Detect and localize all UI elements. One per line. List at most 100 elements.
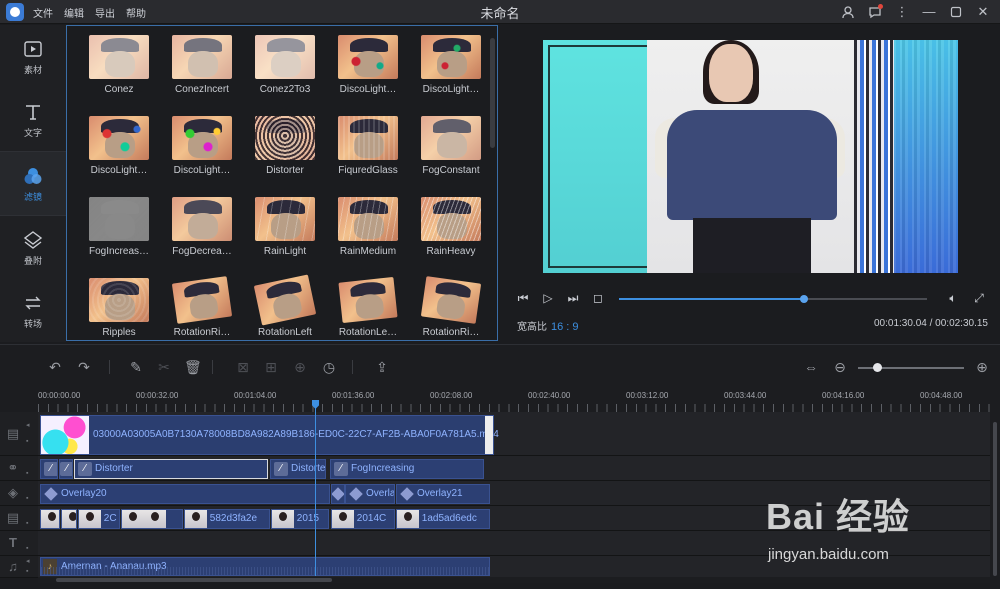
video-clip[interactable]: 03000A03005A0B7130A78008BD8A982A89B186-E…: [40, 415, 499, 455]
track-lock-icon[interactable]: ▪: [26, 438, 34, 446]
photo-clip[interactable]: 2C: [78, 509, 120, 529]
filter-item[interactable]: DiscoLight…: [150, 107, 234, 187]
next-frame-icon[interactable]: ⏭: [566, 291, 580, 305]
track-volume-icon[interactable]: ◂: [26, 558, 34, 566]
filter-thumbnail: [255, 35, 315, 79]
export-share-icon[interactable]: ⇪: [374, 359, 390, 375]
overlay-clip[interactable]: Overlay21: [396, 484, 490, 504]
stop-icon[interactable]: ◻: [591, 291, 605, 305]
more-icon[interactable]: ⋮: [893, 3, 911, 21]
fullscreen-icon[interactable]: ⤢: [972, 291, 986, 305]
message-icon[interactable]: [866, 3, 884, 21]
menu-edit[interactable]: 编辑: [64, 5, 84, 20]
audio-clip[interactable]: ♪Amernan - Ananau.mp3: [40, 557, 490, 576]
previous-frame-icon[interactable]: ⏮: [516, 291, 530, 305]
magic-wand-icon: ⁄: [334, 462, 348, 476]
filter-item[interactable]: DiscoLight…: [67, 107, 151, 187]
playback-progress-bar[interactable]: [619, 295, 927, 303]
play-icon[interactable]: ▷: [541, 291, 555, 305]
filter-item[interactable]: RainLight: [233, 188, 317, 268]
timeline-vertical-scrollbar[interactable]: [990, 412, 1000, 589]
filter-item[interactable]: RotationRi…: [150, 269, 234, 340]
photo-clip[interactable]: 2015: [271, 509, 329, 529]
mosaic-icon[interactable]: ⊞: [263, 359, 279, 375]
speed-clock-icon[interactable]: ◷: [321, 359, 337, 375]
overlay-clip[interactable]: Overla: [345, 484, 395, 504]
fit-timeline-icon[interactable]: ⇔: [803, 359, 819, 375]
crop-icon[interactable]: ⊠: [235, 359, 251, 375]
split-screen-icon[interactable]: ⊕: [292, 359, 308, 375]
track-lock-icon[interactable]: ▪: [26, 495, 34, 503]
filter-item[interactable]: Conez: [67, 26, 151, 106]
track-volume-icon[interactable]: ◂: [26, 422, 34, 430]
filter-item[interactable]: FogConstant: [399, 107, 483, 187]
cut-icon[interactable]: ✂: [156, 359, 172, 375]
filter-item[interactable]: Conez2To3: [233, 26, 317, 106]
timeline-horizontal-scrollbar[interactable]: [38, 577, 990, 583]
edit-pencil-icon[interactable]: ✎: [128, 359, 144, 375]
volume-icon[interactable]: 🔈︎: [946, 291, 960, 305]
minimize-button[interactable]: —: [920, 3, 938, 21]
delete-icon[interactable]: 🗑︎: [184, 359, 202, 375]
timeline-ruler[interactable]: 00:00:00.00 00:00:32.00 00:01:04.00 00:0…: [0, 388, 1000, 412]
filter-item[interactable]: Distorter: [233, 107, 317, 187]
filter-item[interactable]: FogDecrea…: [150, 188, 234, 268]
scrollbar-thumb[interactable]: [56, 578, 332, 582]
track-lock-icon[interactable]: ▪: [26, 568, 34, 576]
filter-item[interactable]: ConezIncert: [150, 26, 234, 106]
filter-clip[interactable]: ⁄ FogIncreasing: [330, 459, 484, 479]
app-window: 文件 编辑 导出 帮助 未命名 ⋮ — ✕ 素材 文字 滤镜 叠附 转场 Con…: [0, 0, 1000, 589]
filter-clip-selected[interactable]: ⁄ Distorter: [74, 459, 268, 479]
undo-icon[interactable]: ↶: [47, 359, 63, 375]
filter-item[interactable]: DiscoLight…: [316, 26, 400, 106]
overlay-clip[interactable]: Overlay20: [40, 484, 330, 504]
filter-thumbnail: [172, 197, 232, 241]
aspect-ratio-value[interactable]: 16 : 9: [551, 321, 579, 333]
rail-item-transition[interactable]: 转场: [0, 279, 66, 342]
filter-item[interactable]: RainMedium: [316, 188, 400, 268]
menu-file[interactable]: 文件: [33, 5, 53, 20]
filter-clip[interactable]: ⁄ Distorte: [270, 459, 326, 479]
photo-clip[interactable]: 2014C: [331, 509, 395, 529]
filter-clip-label: Distorter: [95, 463, 133, 474]
filter-item[interactable]: FiquredGlass: [316, 107, 400, 187]
filter-item[interactable]: RotationLe…: [316, 269, 400, 340]
photo-clip[interactable]: 1ad5ad6edc: [396, 509, 490, 529]
user-icon[interactable]: [839, 3, 857, 21]
menu-help[interactable]: 帮助: [126, 5, 146, 20]
transition-icon: [25, 296, 41, 310]
filter-item[interactable]: DiscoLight…: [399, 26, 483, 106]
photo-clip[interactable]: 582d3fa2e: [184, 509, 270, 529]
filter-clip[interactable]: ⁄: [40, 459, 58, 479]
photo-clip[interactable]: [61, 509, 77, 529]
track-lock-icon[interactable]: ▪: [26, 520, 34, 528]
filter-item[interactable]: RainHeavy: [399, 188, 483, 268]
photo-clip[interactable]: [121, 509, 183, 529]
close-button[interactable]: ✕: [974, 3, 992, 21]
clip-trim-handle[interactable]: [485, 416, 493, 454]
filter-item[interactable]: RotationRi…: [399, 269, 483, 340]
zoom-in-icon[interactable]: ⊕: [974, 359, 990, 375]
progress-knob[interactable]: [799, 295, 808, 303]
zoom-slider-knob[interactable]: [873, 363, 882, 372]
photo-clip-label: 582d3fa2e: [209, 513, 258, 524]
filter-item[interactable]: RotationLeft: [233, 269, 317, 340]
track-lock-icon[interactable]: ▪: [26, 470, 34, 478]
filter-clip[interactable]: ⁄: [59, 459, 73, 479]
maximize-button[interactable]: [947, 3, 965, 21]
rail-item-media[interactable]: 素材: [0, 25, 66, 88]
filter-item[interactable]: FogIncreas…: [67, 188, 151, 268]
playhead-line[interactable]: [315, 408, 316, 576]
rail-item-filter[interactable]: 滤镜: [0, 152, 66, 215]
overlay-clip[interactable]: [331, 484, 345, 504]
filter-item[interactable]: Ripples: [67, 269, 151, 340]
menu-export[interactable]: 导出: [95, 5, 115, 20]
zoom-out-icon[interactable]: ⊖: [832, 359, 848, 375]
scrollbar-thumb[interactable]: [993, 422, 997, 576]
rail-item-text[interactable]: 文字: [0, 88, 66, 151]
filter-thumbnail: [338, 35, 398, 79]
redo-icon[interactable]: ↷: [76, 359, 92, 375]
photo-clip[interactable]: [40, 509, 60, 529]
track-lock-icon[interactable]: ▪: [26, 545, 34, 553]
rail-item-overlay[interactable]: 叠附: [0, 216, 66, 279]
